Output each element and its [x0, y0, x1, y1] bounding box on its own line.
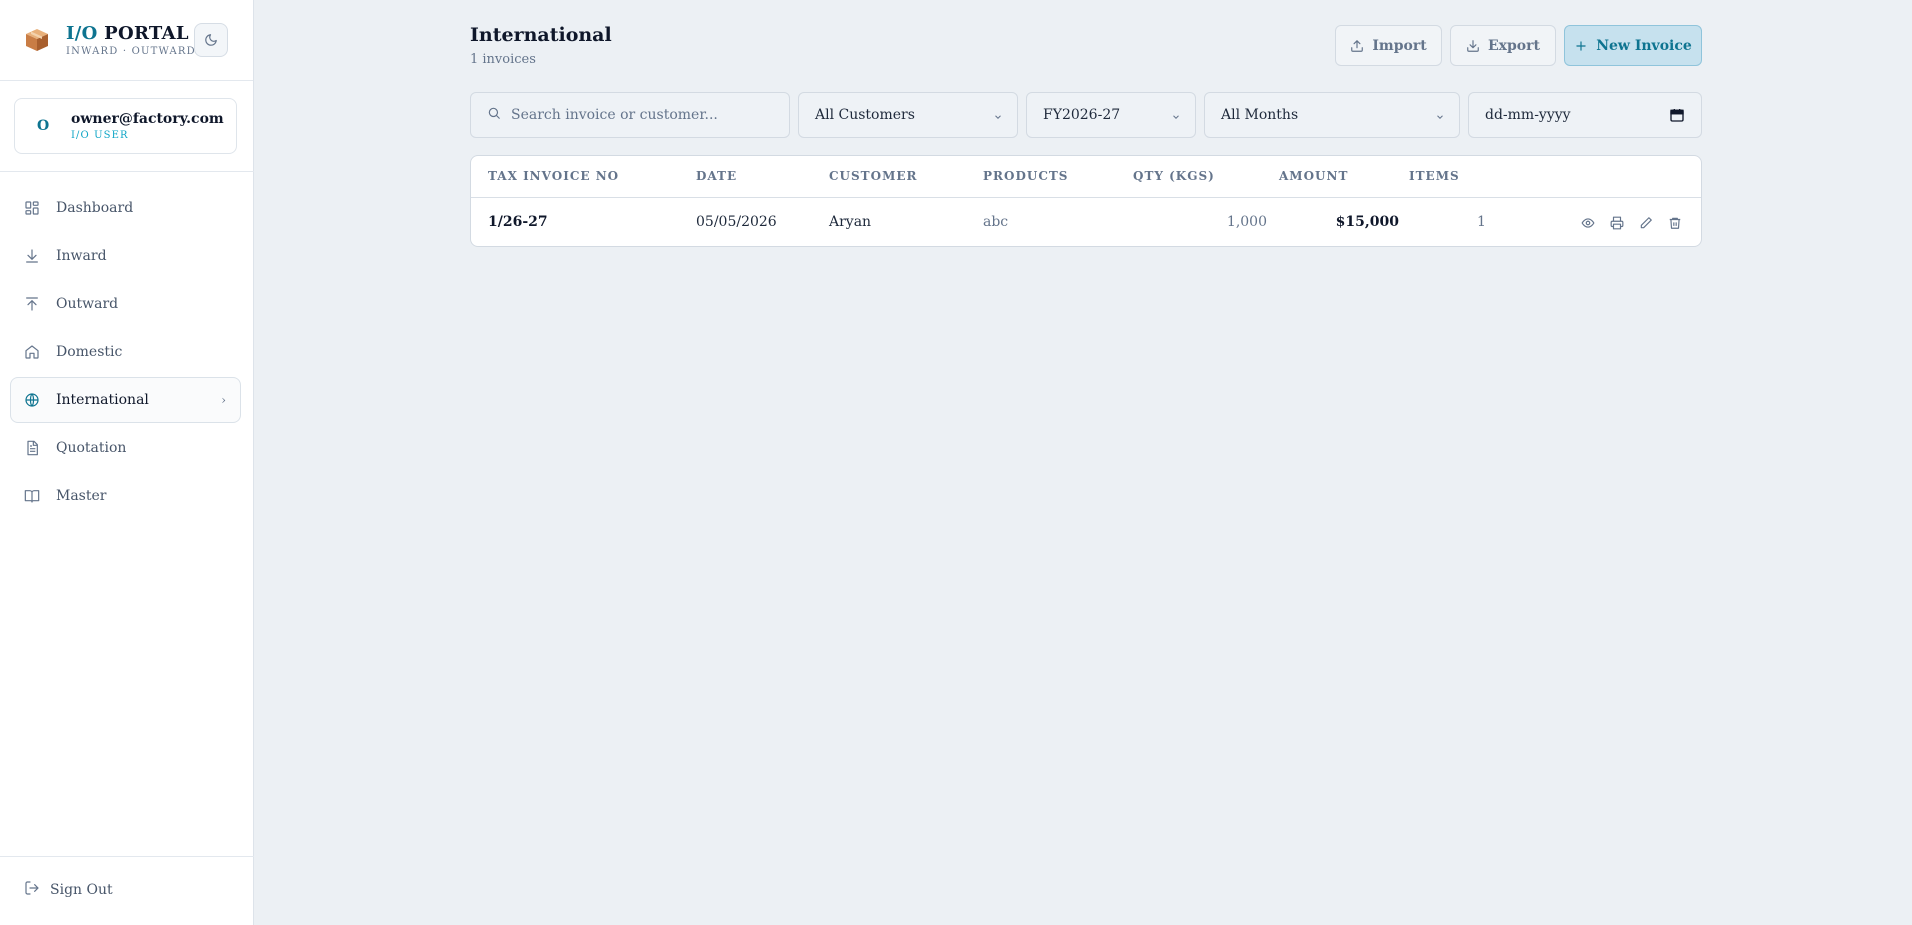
user-role: I/O USER: [71, 130, 129, 141]
brand-header: I/O PORTAL INWARD · OUTWARD: [0, 0, 253, 81]
calendar-icon[interactable]: [1669, 107, 1685, 127]
month-select[interactable]: All Months: [1204, 92, 1460, 138]
sidebar-item-domestic[interactable]: Domestic: [10, 329, 241, 375]
sidebar-item-label: International: [56, 392, 149, 408]
cell-amount: $15,000: [1335, 214, 1399, 230]
brand-title-accent: I/O: [66, 23, 98, 44]
chevron-down-icon: [1435, 110, 1445, 126]
export-label: Export: [1488, 37, 1540, 54]
package-logo-icon: [24, 27, 50, 53]
sidebar-item-outward[interactable]: Outward: [10, 281, 241, 327]
arrow-down-icon: [23, 247, 41, 265]
logout-icon: [24, 880, 40, 900]
date-placeholder: dd-mm-yyyy: [1485, 107, 1571, 123]
theme-toggle-button[interactable]: [194, 23, 228, 57]
new-invoice-label: New Invoice: [1596, 37, 1692, 54]
invoice-count: 1 invoices: [470, 52, 536, 67]
cell-items: 1: [1477, 214, 1486, 230]
plus-icon: [1574, 39, 1588, 53]
sidebar-item-label: Dashboard: [56, 200, 134, 216]
brand-title-rest: PORTAL: [97, 23, 189, 44]
sidebar-nav: Dashboard Inward Outward Domestic Intern…: [10, 185, 241, 521]
export-button[interactable]: Export: [1450, 25, 1556, 66]
divider: [0, 171, 254, 172]
chevron-right-icon: ›: [221, 393, 226, 407]
globe-icon: [23, 391, 41, 409]
print-icon[interactable]: [1608, 214, 1626, 232]
chevron-down-icon: [993, 110, 1003, 126]
document-icon: [23, 439, 41, 457]
home-icon: [23, 343, 41, 361]
import-button[interactable]: Import: [1335, 25, 1442, 66]
search-icon: [487, 106, 501, 124]
date-input[interactable]: dd-mm-yyyy: [1468, 92, 1702, 138]
sidebar-item-label: Master: [56, 488, 107, 504]
customer-select[interactable]: All Customers: [798, 92, 1018, 138]
user-card[interactable]: O owner@factory.com I/O USER: [14, 98, 237, 154]
sign-out-label: Sign Out: [50, 882, 113, 898]
user-email: owner@factory.com: [71, 111, 224, 127]
sidebar-item-label: Outward: [56, 296, 119, 312]
sign-out-button[interactable]: Sign Out: [24, 880, 113, 900]
column-header-invoice-no[interactable]: TAX INVOICE NO: [488, 169, 619, 183]
moon-icon: [205, 34, 217, 46]
divider: [0, 856, 254, 857]
sidebar-item-label: Domestic: [56, 344, 123, 360]
import-label: Import: [1372, 37, 1427, 54]
invoice-table: TAX INVOICE NO DATE CUSTOMER PRODUCTS QT…: [470, 155, 1702, 247]
search-placeholder: Search invoice or customer...: [511, 107, 718, 123]
sidebar-item-label: Inward: [56, 248, 107, 264]
dashboard-icon: [23, 199, 41, 217]
sidebar-item-master[interactable]: Master: [10, 473, 241, 519]
search-input[interactable]: Search invoice or customer...: [470, 92, 790, 138]
avatar: O: [37, 118, 50, 134]
sidebar: I/O PORTAL INWARD · OUTWARD O owner@fact…: [0, 0, 254, 925]
cell-date: 05/05/2026: [696, 214, 777, 230]
sidebar-item-international[interactable]: International ›: [10, 377, 241, 423]
column-header-amount[interactable]: AMOUNT: [1279, 169, 1348, 183]
column-header-products[interactable]: PRODUCTS: [983, 169, 1068, 183]
download-icon: [1466, 39, 1480, 53]
column-header-qty[interactable]: QTY (KGS): [1133, 169, 1215, 183]
column-header-date[interactable]: DATE: [696, 169, 737, 183]
page-title: International: [470, 24, 612, 46]
book-icon: [23, 487, 41, 505]
brand-subtitle: INWARD · OUTWARD: [66, 46, 196, 57]
sidebar-item-quotation[interactable]: Quotation: [10, 425, 241, 471]
arrow-up-icon: [23, 295, 41, 313]
month-select-value: All Months: [1221, 107, 1299, 123]
sidebar-item-inward[interactable]: Inward: [10, 233, 241, 279]
fiscal-year-select[interactable]: FY2026-27: [1026, 92, 1196, 138]
chevron-down-icon: [1171, 110, 1181, 126]
customer-select-value: All Customers: [815, 107, 915, 123]
table-header: TAX INVOICE NO DATE CUSTOMER PRODUCTS QT…: [471, 156, 1701, 198]
column-header-items[interactable]: ITEMS: [1409, 169, 1460, 183]
view-icon[interactable]: [1579, 214, 1597, 232]
column-header-customer[interactable]: CUSTOMER: [829, 169, 917, 183]
delete-icon[interactable]: [1666, 214, 1684, 232]
edit-icon[interactable]: [1637, 214, 1655, 232]
sidebar-item-label: Quotation: [56, 440, 127, 456]
fiscal-year-select-value: FY2026-27: [1043, 107, 1121, 123]
row-actions: [1579, 214, 1684, 232]
upload-icon: [1350, 39, 1364, 53]
cell-invoice-no: 1/26-27: [488, 214, 548, 230]
cell-qty: 1,000: [1226, 214, 1267, 230]
sidebar-item-dashboard[interactable]: Dashboard: [10, 185, 241, 231]
new-invoice-button[interactable]: New Invoice: [1564, 25, 1702, 66]
brand-title: I/O PORTAL: [66, 23, 196, 44]
cell-customer: Aryan: [829, 214, 872, 230]
cell-products: abc: [983, 214, 1009, 230]
